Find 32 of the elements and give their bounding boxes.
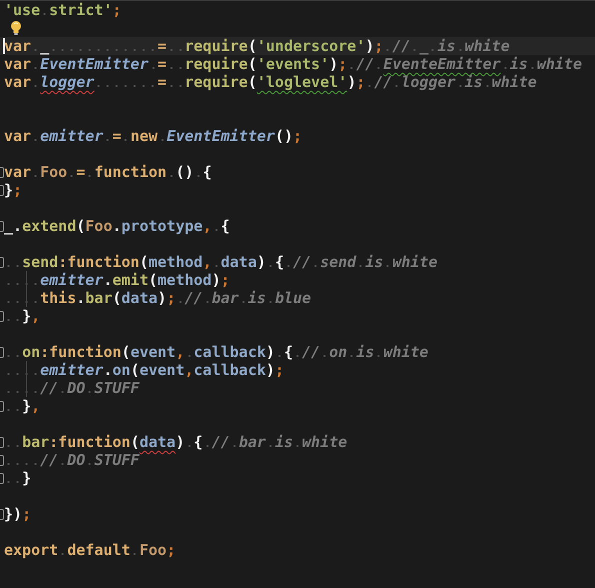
code-line: var logger = require('loglevel'); // logger is white xyxy=(4,73,537,91)
lightbulb-icon[interactable] xyxy=(10,20,22,36)
code-line: // DO STUFF xyxy=(4,451,140,469)
code-line: var Foo = function () { xyxy=(4,163,212,181)
code-line: send:function(method, data) { // send is white xyxy=(4,253,438,271)
code-line: _.extend(Foo.prototype, { xyxy=(4,217,230,235)
fold-marker-icon[interactable] xyxy=(0,310,4,322)
code-line: emitter.emit(method); xyxy=(4,271,230,289)
code-line: bar:function(data) { // bar is white xyxy=(4,433,348,451)
code-line: var _ = require('underscore'); // _ is white xyxy=(4,37,510,55)
code-line: // DO STUFF xyxy=(4,379,140,397)
fold-marker-icon[interactable] xyxy=(0,256,4,268)
fold-marker-icon[interactable] xyxy=(0,508,4,520)
code-line: 'use strict'; xyxy=(4,1,122,19)
code-line: } xyxy=(4,469,32,487)
fold-marker-icon[interactable] xyxy=(0,220,4,232)
fold-marker-icon[interactable] xyxy=(0,184,4,196)
code-line: var emitter = new EventEmitter(); xyxy=(4,127,302,145)
code-line: emitter.on(event,callback); xyxy=(4,361,284,379)
fold-marker-icon[interactable] xyxy=(0,166,4,178)
code-line: this.bar(data); // bar is blue xyxy=(4,289,312,307)
fold-marker-icon[interactable] xyxy=(0,472,4,484)
code-line: export default Foo; xyxy=(4,541,176,559)
fold-marker-icon[interactable] xyxy=(0,436,4,448)
fold-marker-icon[interactable] xyxy=(0,400,4,412)
text-cursor xyxy=(3,38,5,54)
code-line: }); xyxy=(4,505,32,523)
code-line: on:function(event, callback) { // on is white xyxy=(4,343,428,361)
fold-marker-icon[interactable] xyxy=(0,346,4,358)
fold-marker-icon[interactable] xyxy=(0,454,4,466)
code-line: var EventEmitter = require('events'); // EventeEmitter is white xyxy=(4,55,582,73)
code-line: }; xyxy=(4,181,22,199)
